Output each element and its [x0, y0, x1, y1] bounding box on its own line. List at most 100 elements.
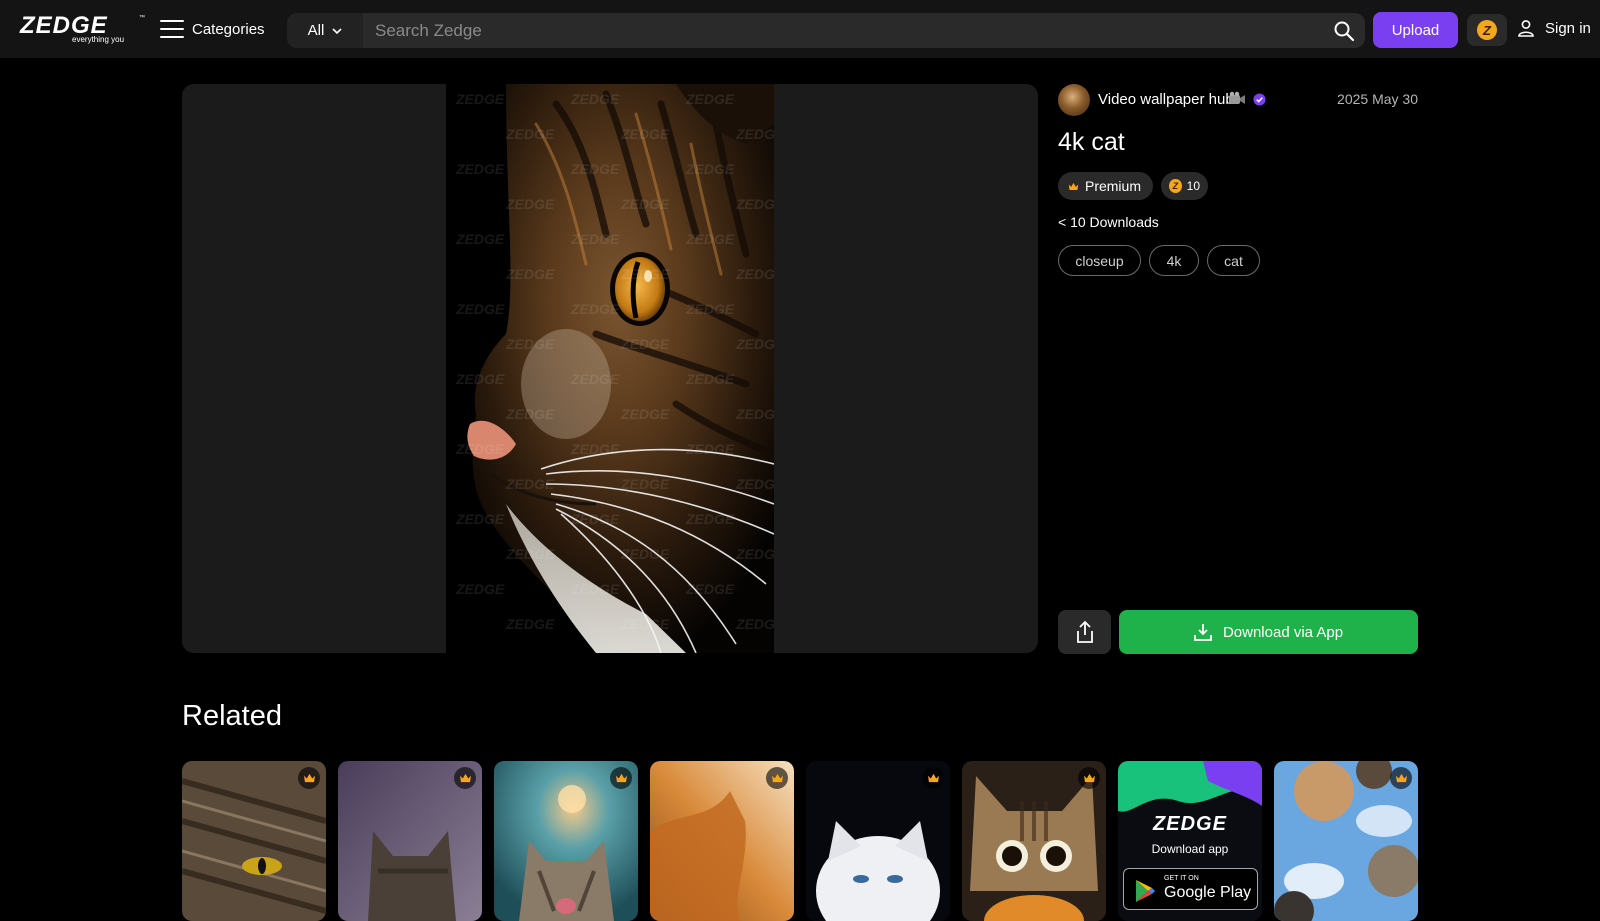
watermark-text: ZEDGE — [505, 406, 555, 422]
logo-tagline: everything you — [72, 35, 125, 44]
watermark-pattern: ZEDGE ZEDGE ZEDGE ZEDGE ZEDGE ZEDGE ZEDGE ZEDGE… — [455, 91, 774, 632]
watermark-text: ZEDGE — [620, 546, 670, 562]
watermark-text: ZEDGE — [735, 476, 774, 492]
watermark-text: ZEDGE — [570, 581, 620, 597]
watermark-text: ZEDGE — [570, 511, 620, 527]
related-card[interactable] — [182, 761, 326, 921]
categories-label: Categories — [192, 20, 265, 38]
watermark-text: ZEDGE — [455, 161, 505, 177]
chevron-down-icon — [332, 27, 342, 34]
store-big-label: Google Play — [1164, 884, 1252, 901]
watermark-text: ZEDGE — [735, 126, 774, 142]
watermark-text: ZEDGE — [620, 476, 670, 492]
premium-crown-badge — [298, 767, 320, 789]
related-card[interactable] — [650, 761, 794, 921]
related-card[interactable] — [806, 761, 950, 921]
promo-subtitle: Download app — [1151, 842, 1229, 856]
zedge-logo[interactable]: ZEDGE ™ everything you — [20, 14, 145, 45]
related-heading: Related — [182, 700, 282, 732]
google-play-badge[interactable]: GET IT ON Google Play — [1123, 868, 1258, 910]
watermark-text: ZEDGE — [505, 616, 555, 632]
share-button[interactable] — [1058, 610, 1111, 654]
watermark-text: ZEDGE — [620, 126, 670, 142]
watermark-text: ZEDGE — [685, 301, 735, 317]
verified-icon — [1253, 93, 1266, 106]
watermark-text: ZEDGE — [455, 511, 505, 527]
sign-in-label: Sign in — [1545, 19, 1591, 37]
watermark-text: ZEDGE — [455, 301, 505, 317]
camera-icon — [1229, 91, 1245, 104]
watermark-text: ZEDGE — [685, 441, 735, 457]
categories-menu-button[interactable]: Categories — [160, 18, 265, 40]
share-icon — [1076, 620, 1093, 643]
search-scope-value: All — [307, 22, 325, 39]
watermark-text: ZEDGE — [735, 616, 774, 632]
upload-button[interactable]: Upload — [1373, 12, 1458, 48]
wallpaper-preview: ZEDGE ZEDGE ZEDGE ZEDGE ZEDGE ZEDGE ZEDGE ZEDGE… — [182, 84, 1038, 653]
search-icon[interactable] — [1333, 20, 1355, 42]
upload-date: 2025 May 30 — [1337, 91, 1418, 107]
watermark-text: ZEDGE — [685, 371, 735, 387]
watermark-text: ZEDGE — [505, 546, 555, 562]
related-card[interactable] — [494, 761, 638, 921]
watermark-text: ZEDGE — [505, 336, 555, 352]
watermark-text: ZEDGE — [735, 266, 774, 282]
download-count: < 10 Downloads — [1058, 214, 1159, 230]
watermark-text: ZEDGE — [735, 546, 774, 562]
watermark-text: ZEDGE — [570, 371, 620, 387]
watermark-text: ZEDGE — [455, 441, 505, 457]
watermark-text: ZEDGE — [685, 581, 735, 597]
coin-icon: Z — [1477, 20, 1497, 40]
crown-icon — [927, 773, 939, 783]
premium-crown-badge — [610, 767, 632, 789]
crown-icon — [1068, 182, 1079, 190]
premium-crown-badge — [766, 767, 788, 789]
watermark-text: ZEDGE — [505, 476, 555, 492]
search-scope-select[interactable]: All — [287, 13, 363, 48]
watermark-text: ZEDGE — [620, 616, 670, 632]
google-play-icon — [1136, 880, 1155, 902]
watermark-text: ZEDGE — [505, 196, 555, 212]
item-title: 4k cat — [1058, 128, 1125, 156]
watermark-text: ZEDGE — [455, 91, 505, 107]
sign-in-button[interactable]: Sign in — [1516, 18, 1591, 38]
crown-icon — [1083, 773, 1095, 783]
watermark-text: ZEDGE — [570, 161, 620, 177]
premium-crown-badge — [922, 767, 944, 789]
logo-trademark: ™ — [139, 15, 145, 21]
search-input[interactable] — [363, 13, 1313, 48]
premium-label: Premium — [1084, 178, 1141, 194]
author-name[interactable]: Video wallpaper hub — [1098, 91, 1234, 108]
top-bar: ZEDGE ™ everything you Categories All Up… — [0, 0, 1600, 58]
related-card[interactable] — [338, 761, 482, 921]
watermark-text: ZEDGE — [620, 336, 670, 352]
premium-badge: Premium — [1058, 172, 1153, 200]
related-card[interactable] — [962, 761, 1106, 921]
watermark-text: ZEDGE — [620, 266, 670, 282]
watermark-text: ZEDGE — [570, 441, 620, 457]
watermark-text: ZEDGE — [685, 231, 735, 247]
app-promo-card[interactable]: ZEDGE Download app GET IT ON Google Play — [1118, 761, 1262, 921]
crown-icon — [771, 773, 783, 783]
crown-icon — [1395, 773, 1407, 783]
watermark-text: ZEDGE — [455, 581, 505, 597]
store-small-label: GET IT ON — [1164, 875, 1199, 882]
watermark-text: ZEDGE — [620, 196, 670, 212]
hamburger-icon — [160, 20, 184, 38]
tag-chip-closeup[interactable]: closeup — [1058, 245, 1141, 276]
download-via-app-button[interactable]: Download via App — [1119, 610, 1418, 654]
watermark-text: ZEDGE — [735, 406, 774, 422]
related-card[interactable] — [1274, 761, 1418, 921]
search-bar: All — [287, 13, 1365, 48]
watermark-text: ZEDGE — [685, 161, 735, 177]
watermark-text: ZEDGE — [620, 406, 670, 422]
tag-chip-4k[interactable]: 4k — [1149, 245, 1199, 276]
download-label: Download via App — [1222, 623, 1344, 641]
watermark-text: ZEDGE — [570, 91, 620, 107]
watermark-text: ZEDGE — [570, 231, 620, 247]
credits-button[interactable]: Z — [1467, 14, 1507, 46]
crown-icon — [615, 773, 627, 783]
crown-icon — [303, 773, 315, 783]
tag-chip-cat[interactable]: cat — [1207, 245, 1260, 276]
author-avatar[interactable] — [1058, 84, 1090, 116]
